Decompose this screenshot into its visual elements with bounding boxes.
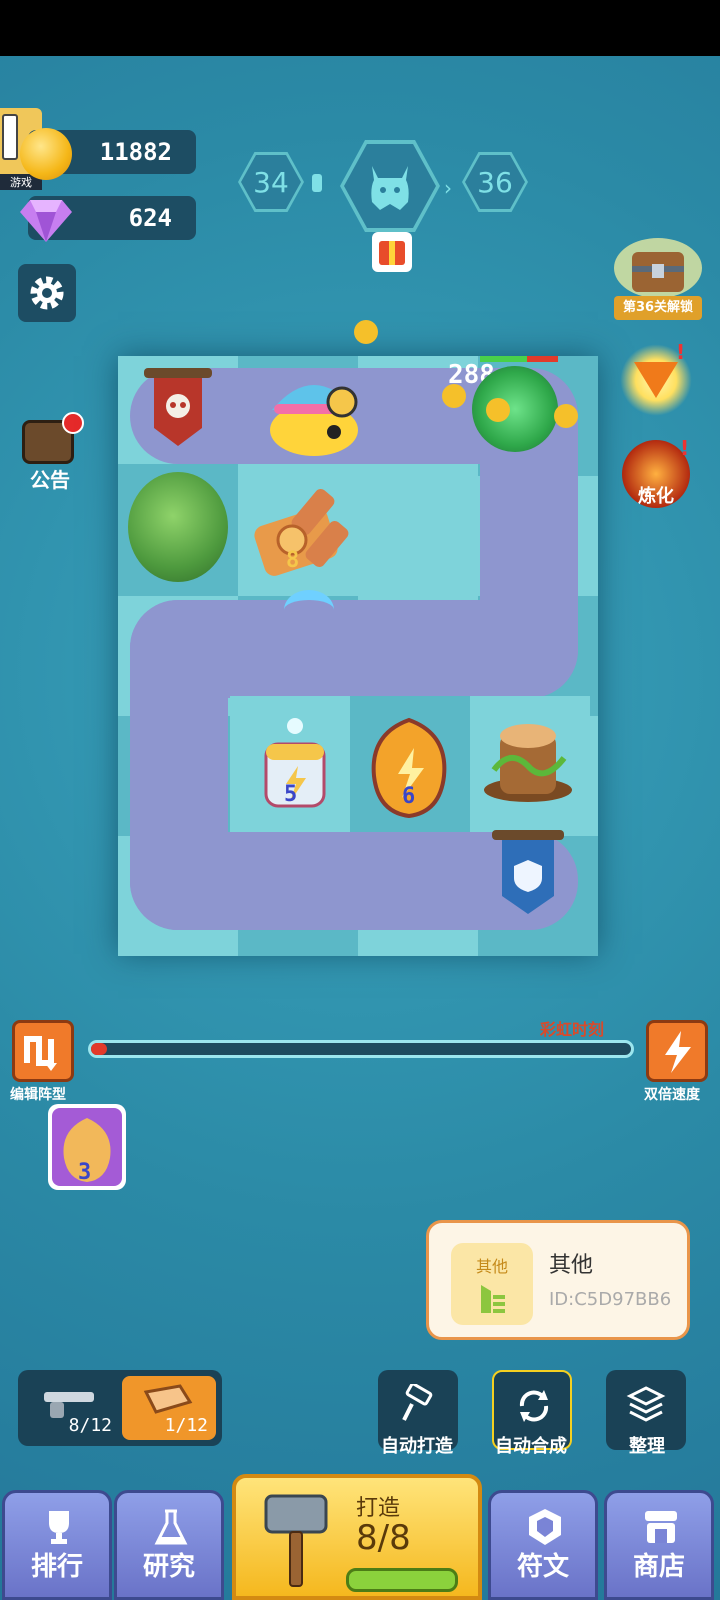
prev-level-number: 34 [241, 155, 301, 209]
coin-drop [442, 384, 466, 408]
game-board: 288 8 5 6 [118, 320, 598, 956]
coin-drop [554, 404, 578, 428]
level-chest-button[interactable]: 第36关解锁 [614, 238, 702, 320]
lightning-icon [665, 1031, 691, 1073]
notice-label: 公告 [30, 468, 70, 492]
item-category: 其他 [475, 1257, 508, 1276]
auto-merge-label: 自动合成 [495, 1436, 567, 1457]
gear-icon [30, 276, 64, 310]
nav-rank-label: 排行 [30, 1552, 83, 1582]
edit-formation-button[interactable] [12, 1020, 74, 1082]
organize-label: 整理 [629, 1436, 665, 1457]
nav-rune-label: 符文 [516, 1552, 569, 1582]
auto-forge-label: 自动打造 [381, 1436, 453, 1457]
empty-slot[interactable] [358, 468, 478, 600]
tree-obstacle [128, 472, 228, 582]
chest-unlock-label: 第36关解锁 [614, 296, 702, 320]
coin-amount: 11882 [99, 138, 172, 166]
refine-label: 炼化 [638, 486, 674, 507]
gift-button[interactable] [372, 232, 412, 272]
next-level-number: 36 [465, 155, 525, 209]
item-icon-frame: 其他 [451, 1243, 533, 1325]
wave-progress-fill [91, 1043, 108, 1055]
shop-icon [645, 1511, 677, 1543]
vip-alert-icon: ! [676, 340, 686, 364]
slime-enemy[interactable] [264, 364, 364, 458]
double-speed-label: 双倍速度 [644, 1087, 700, 1103]
green-boss-enemy[interactable] [472, 366, 558, 452]
rune-slot-level: 3 [78, 1160, 92, 1185]
vip-icon [634, 362, 678, 398]
weapon-tool-count: 8/12 [68, 1415, 112, 1436]
forge-count: 8/8 [356, 1518, 411, 1558]
edit-formation-label: 编辑阵型 [10, 1087, 66, 1103]
nav-rank[interactable]: 排行 [2, 1490, 112, 1600]
formation-icon [24, 1036, 57, 1071]
shield-banner-icon [492, 830, 564, 914]
forge-button[interactable]: 打造 8/8 [232, 1474, 482, 1600]
cannon-level: 8 [286, 548, 300, 573]
blue-projectile [284, 590, 334, 630]
rainbow-time-label: 彩虹时刻 [540, 1020, 605, 1039]
settings-button[interactable] [18, 264, 76, 322]
nav-shop[interactable]: 商店 [604, 1490, 714, 1600]
forge-progress-bar [346, 1568, 458, 1592]
refresh-icon [519, 1390, 549, 1422]
trophy-icon [49, 1511, 69, 1544]
treasure-chest-icon [614, 238, 702, 298]
refine-alert-icon: ! [680, 436, 690, 460]
rune-slot[interactable]: 3 [48, 1104, 126, 1190]
coin-drop [354, 320, 378, 344]
lightning-tower-level: 5 [284, 782, 298, 807]
item-info-popup[interactable]: 其他 其他 ID:C5D97BB6 [426, 1220, 690, 1340]
flask-icon [154, 1509, 188, 1545]
item-glyph-icon [481, 1285, 505, 1313]
rune-shield-icon [529, 1509, 561, 1545]
item-title: 其他 [549, 1253, 594, 1278]
nav-research[interactable]: 研究 [114, 1490, 224, 1600]
handheld-icon [2, 114, 18, 160]
item-id: ID:C5D97BB6 [549, 1289, 672, 1310]
layers-icon [626, 1386, 666, 1422]
level-connector [312, 174, 322, 192]
gem-amount: 624 [128, 204, 172, 232]
forge-hammer-icon [264, 1494, 328, 1587]
nav-research-label: 研究 [142, 1552, 195, 1582]
armor-tool-tab[interactable]: 1/12 [122, 1376, 216, 1440]
coin-drop [486, 398, 510, 422]
nav-rune[interactable]: 符文 [488, 1490, 598, 1600]
tree-stump-obstacle [484, 724, 572, 802]
status-bar [0, 0, 720, 56]
lightning-egg-level: 6 [402, 784, 416, 809]
monster-icon [371, 166, 409, 210]
coin-icon [20, 128, 72, 180]
tool-selector: 8/12 1/12 [18, 1370, 222, 1446]
hammer-icon [402, 1384, 433, 1421]
notice-button[interactable]: 公告 [18, 412, 84, 492]
gem-icon [20, 200, 72, 242]
level-arrow-icon: › [444, 176, 452, 200]
armor-tool-count: 1/12 [164, 1415, 208, 1436]
weapon-tool-tab[interactable]: 8/12 [24, 1376, 120, 1440]
wave-progress-bar [88, 1040, 634, 1058]
nav-shop-label: 商店 [632, 1552, 685, 1582]
skull-banner-icon [144, 368, 212, 446]
double-speed-button[interactable] [646, 1020, 708, 1082]
notification-dot [62, 412, 84, 434]
